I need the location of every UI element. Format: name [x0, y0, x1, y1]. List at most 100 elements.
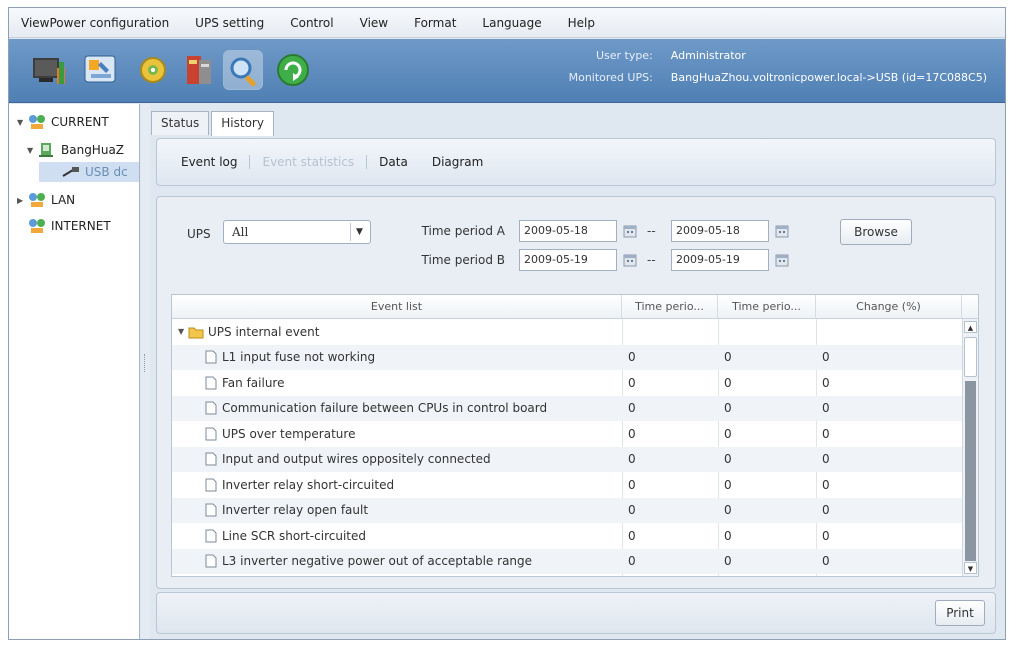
collapse-arrow-icon[interactable]: ▶ [17, 196, 27, 205]
table-row[interactable]: L3 inverter negative power out of accept… [172, 548, 962, 574]
period-b-from-input[interactable]: 2009-05-19 [519, 249, 617, 271]
menu-viewpower-configuration[interactable]: ViewPower configuration [21, 16, 169, 30]
tree-item-host[interactable]: ▼ BangHuaZ [27, 140, 124, 160]
period-b-range-separator: -- [647, 253, 656, 267]
scrollbar-thumb[interactable] [964, 337, 977, 377]
event-statistics-panel: UPS All ▼ Time period A 2009-05-18 -- 20… [156, 196, 996, 589]
subnav-event-statistics[interactable]: Event statistics [262, 155, 368, 169]
tree-item-usb[interactable]: USB dc [39, 162, 139, 182]
viewpower-window: ViewPower configuration UPS setting Cont… [8, 7, 1006, 640]
menu-view[interactable]: View [360, 16, 388, 30]
column-header-time-period-a[interactable]: Time perio... [622, 295, 718, 319]
calendar-icon[interactable] [623, 253, 637, 267]
table-row[interactable]: Communication failure between CPUs in co… [172, 395, 962, 421]
table-row[interactable]: L1 input fuse not working 0 0 0 [172, 344, 962, 370]
table-row[interactable]: Fan failure 0 0 0 [172, 370, 962, 396]
period-a-range-separator: -- [647, 224, 656, 238]
refresh-icon[interactable] [273, 50, 313, 90]
period-b-count: 0 [724, 503, 732, 518]
subnav-diagram[interactable]: Diagram [432, 155, 496, 169]
subnav-data[interactable]: Data [379, 155, 420, 169]
expand-arrow-icon[interactable]: ▼ [17, 118, 27, 127]
event-name: Fan failure [222, 375, 285, 390]
tree-item-current[interactable]: ▼ CURRENT [17, 112, 109, 132]
change-percent: 0 [822, 375, 830, 390]
expand-arrow-icon[interactable]: ▼ [178, 327, 188, 336]
change-percent: 0 [822, 350, 830, 365]
event-name: Line SCR short-circuited [222, 528, 366, 543]
tree-label-current: CURRENT [51, 115, 109, 129]
change-percent: 0 [822, 477, 830, 492]
event-statistics-table: Event list Time perio... Time perio... C… [171, 294, 979, 577]
network-icon [27, 192, 47, 208]
change-percent: 0 [822, 452, 830, 467]
ups-select[interactable]: All ▼ [223, 220, 371, 244]
period-a-from-input[interactable]: 2009-05-18 [519, 220, 617, 242]
user-info: User type: Administrator Monitored UPS: … [565, 45, 987, 89]
table-row[interactable]: Input and output wires oppositely connec… [172, 446, 962, 472]
menu-control[interactable]: Control [290, 16, 333, 30]
user-type-value: Administrator [670, 49, 746, 62]
expand-arrow-icon[interactable]: ▼ [27, 146, 37, 155]
menu-language[interactable]: Language [482, 16, 541, 30]
scrollbar-track[interactable] [965, 381, 976, 561]
document-icon [204, 427, 218, 441]
change-percent: 0 [822, 528, 830, 543]
period-b-count: 0 [724, 477, 732, 492]
tab-history[interactable]: History [211, 111, 274, 136]
menu-ups-setting[interactable]: UPS setting [195, 16, 264, 30]
table-row[interactable]: Line SCR short-circuited 0 0 0 [172, 523, 962, 549]
device-tree: ▼ CURRENT ▼ BangHuaZ USB dc ▶ LAN INTERN… [9, 104, 140, 639]
tree-label-internet: INTERNET [51, 219, 111, 233]
tree-label-usb: USB dc [85, 165, 128, 179]
subnav-event-log[interactable]: Event log [181, 155, 251, 169]
menu-help[interactable]: Help [568, 16, 595, 30]
gear-icon[interactable] [133, 50, 173, 90]
chevron-down-icon[interactable]: ▼ [350, 223, 368, 241]
calendar-icon[interactable] [775, 253, 789, 267]
menu-bar: ViewPower configuration UPS setting Cont… [9, 8, 1005, 38]
column-header-time-period-b[interactable]: Time perio... [718, 295, 816, 319]
search-icon[interactable] [223, 50, 263, 90]
table-row[interactable]: UPS over temperature 0 0 0 [172, 421, 962, 447]
panel-splitter[interactable] [141, 104, 150, 639]
print-button[interactable]: Print [935, 600, 985, 626]
column-header-change[interactable]: Change (%) [816, 295, 962, 319]
menu-format[interactable]: Format [414, 16, 456, 30]
table-body: ▼ UPS internal event L1 input fuse not w… [172, 319, 962, 576]
period-b-count: 0 [724, 375, 732, 390]
tree-label-lan: LAN [51, 193, 76, 207]
scroll-down-icon[interactable]: ▼ [964, 562, 977, 574]
table-row[interactable]: Inverter relay short-circuited 0 0 0 [172, 472, 962, 498]
toolbar: User type: Administrator Monitored UPS: … [9, 39, 1005, 103]
ups-icon[interactable] [179, 50, 219, 90]
period-b-to-input[interactable]: 2009-05-19 [671, 249, 769, 271]
browse-button[interactable]: Browse [840, 219, 912, 245]
period-b-count: 0 [724, 426, 732, 441]
event-name: Input and output wires oppositely connec… [222, 452, 491, 467]
table-scrollbar[interactable]: ▲ ▼ [962, 319, 978, 576]
bottom-action-bar: Print [156, 592, 996, 634]
event-name: Inverter relay short-circuited [222, 477, 395, 492]
monitored-ups-label: Monitored UPS: [568, 71, 653, 84]
period-a-count: 0 [628, 350, 636, 365]
period-a-to-input[interactable]: 2009-05-18 [671, 220, 769, 242]
event-name: Communication failure between CPUs in co… [222, 401, 548, 416]
table-group-row[interactable]: ▼ UPS internal event [172, 319, 962, 345]
tab-status[interactable]: Status [151, 111, 210, 135]
table-row[interactable]: Inverter relay open fault 0 0 0 [172, 497, 962, 523]
scroll-up-icon[interactable]: ▲ [964, 321, 977, 333]
group-label: UPS internal event [208, 324, 320, 339]
tree-item-internet[interactable]: INTERNET [27, 216, 111, 236]
calendar-icon[interactable] [623, 224, 637, 238]
period-b-count: 0 [724, 401, 732, 416]
tree-item-lan[interactable]: ▶ LAN [17, 190, 75, 210]
configuration-icon[interactable] [81, 50, 121, 90]
monitor-icon[interactable] [29, 50, 69, 90]
calendar-icon[interactable] [775, 224, 789, 238]
document-icon [204, 376, 218, 390]
column-header-event-list[interactable]: Event list [172, 295, 622, 319]
splitter-grip-icon[interactable] [144, 354, 146, 372]
tree-label-host: BangHuaZ [61, 143, 125, 157]
period-a-label: Time period A [421, 224, 505, 238]
